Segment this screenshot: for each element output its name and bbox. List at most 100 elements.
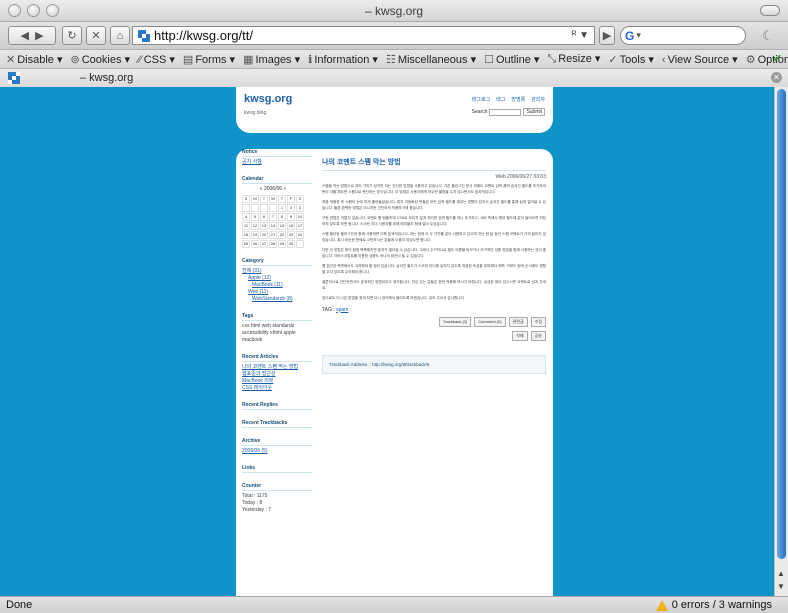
dev-menu-disable[interactable]: ✕ Disable ▾ xyxy=(6,53,62,66)
calendar-day[interactable]: 21 xyxy=(269,231,277,239)
calendar-day[interactable]: 5 xyxy=(251,213,259,221)
validation-check-icon[interactable]: ✔ xyxy=(773,52,782,65)
calendar-day[interactable]: 15 xyxy=(278,222,286,230)
dev-menu-outline[interactable]: ☐ Outline ▾ xyxy=(484,53,539,66)
forward-icon[interactable]: ▶ xyxy=(35,29,43,42)
calendar-day[interactable]: 20 xyxy=(260,231,268,239)
dev-menu-information[interactable]: ℹ Information ▾ xyxy=(308,53,378,66)
category-link-apple[interactable]: Apple (12) xyxy=(242,275,312,282)
related-button[interactable]: 관련글 xyxy=(508,316,528,327)
calendar-day[interactable]: 27 xyxy=(260,240,268,248)
dev-menu-forms[interactable]: ▤ Forms ▾ xyxy=(183,53,235,66)
scroll-up-icon[interactable]: ▲ xyxy=(777,569,785,578)
top-link-taglog[interactable]: 태그로그 xyxy=(472,96,490,103)
calendar-day[interactable]: 6 xyxy=(260,213,268,221)
calendar-day[interactable]: 13 xyxy=(260,222,268,230)
calendar-day[interactable]: 17 xyxy=(296,222,304,230)
calendar-day[interactable]: 29 xyxy=(278,240,286,248)
comment-button[interactable]: Comment (0) xyxy=(474,316,506,327)
dev-menu-view-source[interactable]: ‹ View Source ▾ xyxy=(662,53,738,66)
category-link-macbook[interactable]: MacBook (11) xyxy=(242,282,312,289)
dev-menu-css[interactable]: ⁄⁄ CSS ▾ xyxy=(138,53,175,66)
calendar-day[interactable] xyxy=(269,204,277,212)
calendar-day[interactable]: 23 xyxy=(287,231,295,239)
calendar-day[interactable]: 4 xyxy=(242,213,250,221)
calendar-day[interactable]: 26 xyxy=(251,240,259,248)
search-submit-button[interactable]: Submit xyxy=(523,108,545,116)
tag-link[interactable]: spam xyxy=(336,307,348,313)
calendar-day[interactable]: 28 xyxy=(269,240,277,248)
calendar-day[interactable]: 24 xyxy=(296,231,304,239)
calendar-day[interactable]: 10 xyxy=(296,213,304,221)
recent-article-link[interactable]: CSS 레이아웃 xyxy=(242,385,312,392)
delete-button[interactable]: 삭제 xyxy=(512,330,528,341)
category-link-all[interactable]: 전체 (31) xyxy=(242,268,312,275)
calendar-day[interactable]: 30 xyxy=(287,240,295,248)
search-engine-box[interactable]: G ▾ xyxy=(620,26,746,45)
back-forward-buttons[interactable]: ◀ ▶ xyxy=(8,26,56,45)
vertical-scrollbar[interactable]: ▲ ▼ xyxy=(774,87,788,596)
google-icon[interactable]: G xyxy=(625,29,634,43)
tab-kwsg[interactable]: – kwsg.org ✕ xyxy=(0,69,788,87)
back-icon[interactable]: ◀ xyxy=(20,29,28,42)
calendar-day[interactable]: 14 xyxy=(269,222,277,230)
validator-status[interactable]: 0 errors / 3 warnings xyxy=(655,599,772,611)
rss-dropdown-icon[interactable]: ᴿ ▼ xyxy=(572,30,594,41)
dev-menu-tools[interactable]: ✓ Tools ▾ xyxy=(608,53,653,66)
toolbar-toggle-button[interactable] xyxy=(760,5,780,16)
go-button[interactable]: ▶ xyxy=(599,26,615,45)
calendar-day[interactable]: 19 xyxy=(251,231,259,239)
address-bar[interactable]: http://kwsg.org/tt/ ᴿ ▼ xyxy=(132,26,595,45)
search-input[interactable] xyxy=(489,108,522,116)
scroll-down-icon[interactable]: ▼ xyxy=(777,582,785,591)
stop-button[interactable]: ✕ xyxy=(86,26,106,45)
calendar-day[interactable]: 12 xyxy=(251,222,259,230)
calendar-day[interactable]: 22 xyxy=(278,231,286,239)
archive-link[interactable]: 2006/06 (5) xyxy=(242,448,312,455)
site-title[interactable]: kwsg.org xyxy=(244,93,292,105)
calendar-day[interactable]: 16 xyxy=(287,222,295,230)
calendar-day[interactable]: 2 xyxy=(287,204,295,212)
dev-menu-miscellaneous[interactable]: ☷ Miscellaneous ▾ xyxy=(386,53,476,66)
validator-status-text[interactable]: 0 errors / 3 warnings xyxy=(672,599,772,611)
category-link-web[interactable]: Web (11) xyxy=(242,289,312,296)
reload-button[interactable]: ↻ xyxy=(62,26,82,45)
calendar-day[interactable] xyxy=(296,240,304,248)
search-go-icon[interactable]: ☾ xyxy=(762,28,774,44)
recent-trackbacks-title: Recent Trackbacks xyxy=(242,420,312,428)
top-link-tag[interactable]: 태그 xyxy=(496,96,505,103)
category-link-webstandards[interactable]: WebStandards (8) xyxy=(242,296,312,303)
calendar-day[interactable]: 25 xyxy=(242,240,250,248)
trackback-button[interactable]: Trackback (0) xyxy=(438,316,472,327)
calendar-day[interactable] xyxy=(242,204,250,212)
trackback-address[interactable]: Trackback Address :: http://kwsg.org/tt/… xyxy=(322,354,546,374)
calendar-day[interactable]: 3 xyxy=(296,204,304,212)
tag-cloud[interactable]: css html web standards accessibility xht… xyxy=(242,323,312,344)
notice-link[interactable]: 공지 사항 xyxy=(242,159,312,166)
calendar-day[interactable] xyxy=(251,204,259,212)
article-title[interactable]: 나의 코멘트 스팸 막는 방법 xyxy=(322,157,546,171)
calendar-day[interactable]: 11 xyxy=(242,222,250,230)
home-button[interactable]: ⌂ xyxy=(110,26,130,45)
dev-menu-cookies[interactable]: ⊚ Cookies ▾ xyxy=(70,53,130,66)
recent-article-link[interactable]: MacBook 리뷰 xyxy=(242,378,312,385)
calendar-month-nav[interactable]: « 2006/06 » xyxy=(242,186,304,193)
dev-menu-resize[interactable]: ⤡ Resize ▾ xyxy=(547,52,600,66)
url-text[interactable]: http://kwsg.org/tt/ xyxy=(154,28,253,43)
calendar-day[interactable]: 18 xyxy=(242,231,250,239)
top-link-guestbook[interactable]: 방명록 xyxy=(511,96,525,103)
calendar-day[interactable] xyxy=(260,204,268,212)
scrollbar-thumb[interactable] xyxy=(777,89,786,559)
calendar-day[interactable]: 7 xyxy=(269,213,277,221)
share-button[interactable]: 공유 xyxy=(530,330,546,341)
top-link-admin[interactable]: 관리자 xyxy=(531,96,545,103)
calendar-day[interactable]: 1 xyxy=(278,204,286,212)
search-engine-dropdown-icon[interactable]: ▾ xyxy=(636,30,641,41)
calendar-day[interactable]: 8 xyxy=(278,213,286,221)
dev-menu-images[interactable]: ▦ Images ▾ xyxy=(243,53,300,66)
recent-article-link[interactable]: 나의 코멘트 스팸 막는 방법 xyxy=(242,364,312,371)
tab-close-icon[interactable]: ✕ xyxy=(771,72,782,83)
edit-button[interactable]: 수정 xyxy=(530,316,546,327)
recent-article-link[interactable]: 웹표준과 접근성 xyxy=(242,371,312,378)
calendar-day[interactable]: 9 xyxy=(287,213,295,221)
